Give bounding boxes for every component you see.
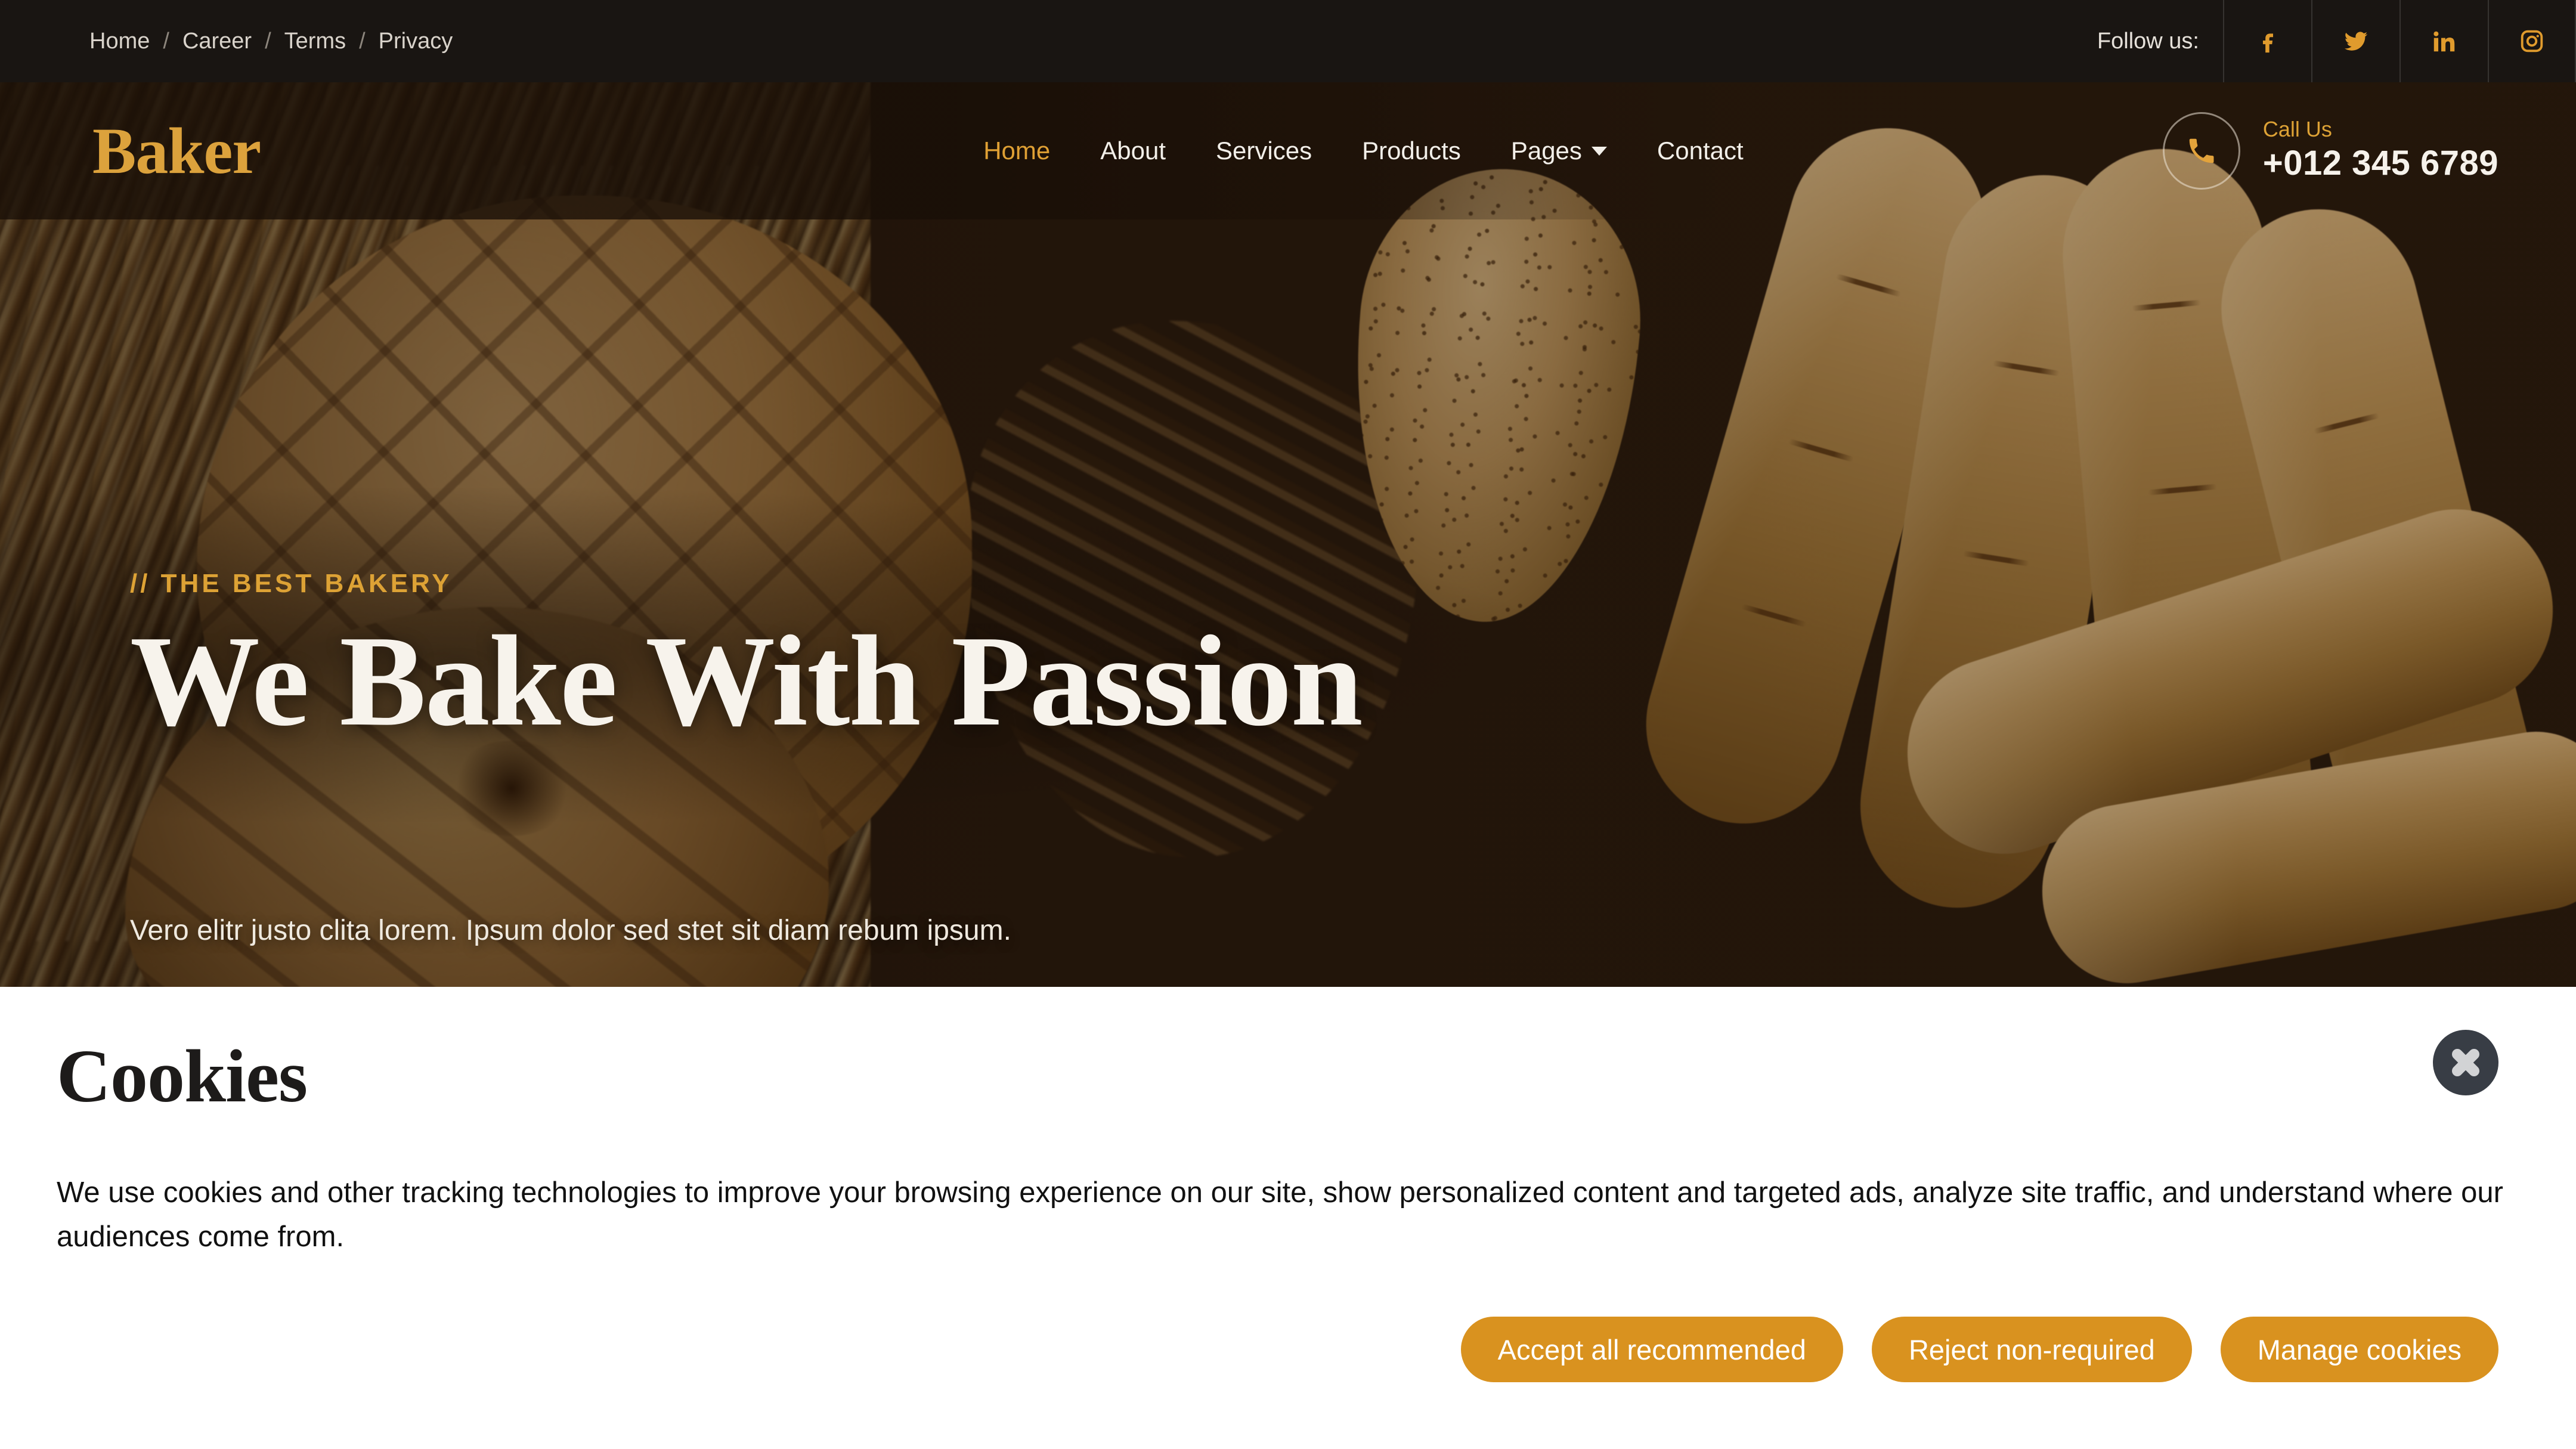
hero-tagline: // THE BEST BAKERY bbox=[130, 569, 453, 598]
nav-item-services[interactable]: Services bbox=[1191, 137, 1337, 165]
page-root: Home / Career / Terms / Privacy Follow u… bbox=[0, 0, 2576, 1449]
breadcrumb-link-home[interactable]: Home bbox=[89, 29, 150, 54]
nav-item-pages[interactable]: Pages bbox=[1486, 137, 1632, 165]
reject-non-required-button[interactable]: Reject non-required bbox=[1871, 1317, 2192, 1382]
phone-icon bbox=[2162, 112, 2240, 190]
manage-cookies-button[interactable]: Manage cookies bbox=[2220, 1317, 2498, 1382]
social-links: Follow us: bbox=[2097, 0, 2576, 82]
breadcrumb-link-privacy[interactable]: Privacy bbox=[379, 29, 453, 54]
site-logo[interactable]: Baker bbox=[92, 118, 261, 184]
nav-item-home[interactable]: Home bbox=[958, 137, 1075, 165]
nav-label: Contact bbox=[1657, 137, 1744, 165]
hero-title: We Bake With Passion bbox=[130, 609, 1363, 753]
phone-number[interactable]: +012 345 6789 bbox=[2263, 142, 2498, 185]
chevron-down-icon bbox=[1591, 146, 1607, 156]
cookie-actions: Accept all recommended Reject non-requir… bbox=[1460, 1317, 2498, 1382]
topbar: Home / Career / Terms / Privacy Follow u… bbox=[0, 0, 2576, 82]
hero-subtitle: Vero elitr justo clita lorem. Ipsum dolo… bbox=[130, 915, 1011, 946]
close-icon[interactable] bbox=[2433, 1030, 2498, 1095]
breadcrumb-separator: / bbox=[163, 28, 169, 54]
call-us-label: Call Us bbox=[2262, 117, 2332, 142]
facebook-icon[interactable] bbox=[2223, 0, 2311, 82]
nav-label: Pages bbox=[1510, 137, 1582, 165]
accept-all-button[interactable]: Accept all recommended bbox=[1460, 1317, 1843, 1382]
main-navbar: Baker Home About Services Products Pages… bbox=[0, 82, 2576, 219]
nav-label: Products bbox=[1362, 137, 1461, 165]
linkedin-icon[interactable] bbox=[2399, 0, 2488, 82]
instagram-icon[interactable] bbox=[2488, 0, 2576, 82]
nav-item-contact[interactable]: Contact bbox=[1632, 137, 1769, 165]
cookie-title: Cookies bbox=[57, 1035, 308, 1118]
breadcrumb-link-terms[interactable]: Terms bbox=[284, 29, 346, 54]
cookie-header: Cookies bbox=[57, 1035, 308, 1118]
nav-label: Home bbox=[983, 137, 1051, 165]
breadcrumb-link-career[interactable]: Career bbox=[182, 29, 252, 54]
breadcrumb-separator: / bbox=[265, 28, 271, 54]
nav-item-about[interactable]: About bbox=[1075, 137, 1191, 165]
main-menu: Home About Services Products Pages Conta… bbox=[958, 137, 1768, 165]
cookie-consent-banner: Cookies We use cookies and other trackin… bbox=[0, 987, 2576, 1449]
cookie-description: We use cookies and other tracking techno… bbox=[57, 1176, 2503, 1253]
nav-item-products[interactable]: Products bbox=[1337, 137, 1486, 165]
call-us-block[interactable]: Call Us +012 345 6789 bbox=[2162, 112, 2498, 190]
nav-label: Services bbox=[1216, 137, 1312, 165]
call-us-text: Call Us +012 345 6789 bbox=[2263, 116, 2498, 185]
breadcrumb: Home / Career / Terms / Privacy bbox=[89, 29, 453, 54]
follow-us-label: Follow us: bbox=[2097, 28, 2199, 54]
twitter-icon[interactable] bbox=[2311, 0, 2399, 82]
nav-label: About bbox=[1100, 137, 1166, 165]
breadcrumb-separator: / bbox=[359, 28, 366, 54]
